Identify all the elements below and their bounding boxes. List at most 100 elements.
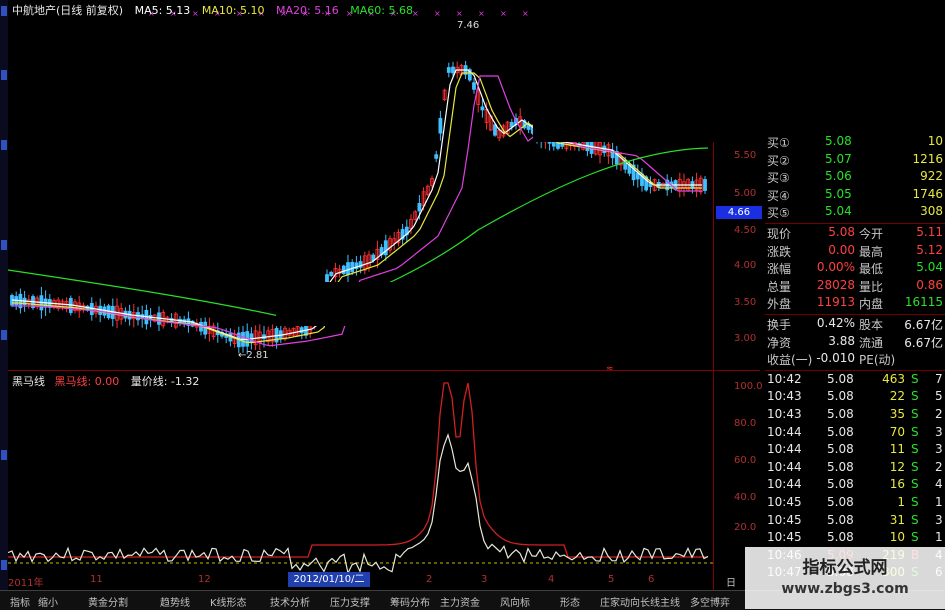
- bid-volume: 308: [920, 204, 943, 219]
- candle: [614, 145, 619, 170]
- tick-time: 10:44: [767, 442, 802, 457]
- stat-value: -0.010: [816, 351, 855, 366]
- tick-count: 1: [935, 530, 943, 545]
- quote-row: 10:45 5.08 31 S 3: [765, 513, 945, 530]
- candle: [446, 62, 451, 78]
- signal-marker: ×: [434, 9, 441, 18]
- tick-count: 3: [935, 424, 943, 439]
- tick-time: 10:45: [767, 512, 802, 527]
- high-annotation: 7.46: [457, 20, 480, 31]
- stat-label: 最高: [859, 244, 884, 259]
- quote-row: 买② 5.07 1216: [765, 152, 945, 169]
- tick-time: 10:43: [767, 389, 802, 404]
- date-label: 12: [198, 574, 211, 585]
- quote-row: 买⑤ 5.04 308: [765, 204, 945, 221]
- tick-side: S: [911, 407, 919, 421]
- tick-side: S: [911, 477, 919, 492]
- tick-price: 5.08: [827, 442, 854, 457]
- tick-volume: 31: [889, 512, 905, 527]
- signal-marker: ×: [478, 9, 485, 18]
- quote-row: 涨幅 0.00% 最低 5.04: [765, 260, 945, 277]
- quote-row: 现价 5.08 今开 5.11: [765, 225, 945, 242]
- stat-value: 0.86: [916, 277, 943, 292]
- bottom-tab[interactable]: K线形态: [210, 594, 247, 609]
- stat-label: 换手: [767, 318, 792, 332]
- black-horse-line: [8, 382, 708, 558]
- candle: [362, 251, 367, 275]
- bottom-tab[interactable]: 风向标: [500, 594, 530, 609]
- candle: [631, 159, 636, 186]
- quote-row: 10:44 5.08 12 S 2: [765, 460, 945, 477]
- strip-tab[interactable]: [1, 6, 7, 16]
- bottom-tab[interactable]: 缩小: [38, 594, 58, 609]
- quote-row: 涨跌 0.00 最高 5.12: [765, 243, 945, 260]
- bottom-tab[interactable]: 主力资金: [440, 594, 480, 609]
- candle: [640, 167, 644, 192]
- stat-value: 5.11: [916, 225, 943, 239]
- redacted-area: [533, 0, 765, 142]
- bottom-tab[interactable]: 黄金分割: [88, 594, 128, 609]
- candle: [505, 120, 510, 135]
- quote-row: 收益(一) -0.010 PE(动): [765, 351, 945, 368]
- strip-tab[interactable]: [1, 140, 7, 150]
- strip-tab[interactable]: [1, 450, 7, 460]
- quote-panel: 买① 5.08 10 买② 5.07 1216 买③ 5.06 922 买④ 5.05 1746 买⑤ 5…: [765, 130, 945, 610]
- signal-marker: ×: [500, 9, 507, 18]
- candle: [635, 164, 640, 188]
- candle: [388, 235, 392, 254]
- ma10-label: MA10: 5.10: [201, 4, 265, 17]
- stat-label: 股本: [859, 318, 884, 332]
- stat-label: 最低: [859, 262, 884, 277]
- bottom-tab[interactable]: 压力支撑: [330, 594, 370, 609]
- bottom-tab[interactable]: 多空博弈: [690, 594, 730, 609]
- current-price-marker: 4.66: [716, 206, 762, 219]
- quote-row: 10:44 5.08 16 S 4: [765, 477, 945, 494]
- stat-value: 3.88: [828, 333, 855, 348]
- bottom-tab[interactable]: 筹码分布: [390, 594, 430, 609]
- bottom-tab[interactable]: 长线主线: [640, 594, 680, 609]
- stat-label: 内盘: [859, 297, 884, 312]
- bottom-tab[interactable]: 形态: [560, 594, 580, 609]
- stat-label: 涨幅: [767, 262, 792, 277]
- strip-tab[interactable]: [1, 560, 7, 570]
- quote-row: 10:44 5.08 11 S 3: [765, 442, 945, 459]
- bid-price: 5.08: [825, 134, 852, 148]
- tick-count: 4: [935, 477, 943, 492]
- tick-count: 1: [935, 495, 943, 509]
- bottom-tab[interactable]: 趋势线: [160, 594, 190, 609]
- chart-header: 中航地产(日线 前复权) MA5: 5.13 MA10: 5.10 MA20: …: [12, 2, 421, 18]
- bottom-tab[interactable]: 指标: [10, 594, 30, 609]
- signal-marker: ×: [522, 9, 529, 18]
- low-value: 2.81: [246, 350, 269, 361]
- date-label: 4: [548, 574, 555, 585]
- candle: [472, 78, 476, 94]
- bid-label: 买①: [767, 136, 790, 150]
- axis-tick: 3.00: [734, 333, 757, 344]
- stat-value: 11913: [816, 295, 855, 310]
- ind-axis-tick: 40.0: [734, 492, 757, 503]
- redacted-area: [276, 282, 670, 326]
- panel-divider: [765, 223, 945, 224]
- candle: [425, 184, 430, 197]
- indicator-chart[interactable]: [8, 380, 713, 575]
- ind-axis-tick: 80.0: [734, 418, 757, 429]
- tick-side: S: [911, 459, 919, 474]
- candle: [434, 150, 439, 163]
- bottom-tab[interactable]: 庄家动向: [600, 594, 640, 609]
- stat-label: 流通: [859, 335, 884, 350]
- strip-tab[interactable]: [1, 240, 7, 250]
- strip-tab[interactable]: [1, 70, 7, 80]
- candle: [703, 176, 707, 194]
- quote-row: 买③ 5.06 922: [765, 169, 945, 186]
- strip-tab[interactable]: [1, 330, 7, 340]
- bid-label: 买③: [767, 171, 790, 186]
- date-label: 5: [608, 574, 615, 585]
- tick-count: 5: [935, 389, 943, 404]
- bid-label: 买②: [767, 153, 790, 168]
- tick-price: 5.08: [827, 407, 854, 421]
- date-label: 11: [90, 574, 103, 585]
- tick-volume: 35: [889, 407, 905, 421]
- bottom-tab[interactable]: 技术分析: [270, 594, 310, 609]
- candle: [438, 110, 443, 141]
- bid-price: 5.07: [825, 151, 852, 166]
